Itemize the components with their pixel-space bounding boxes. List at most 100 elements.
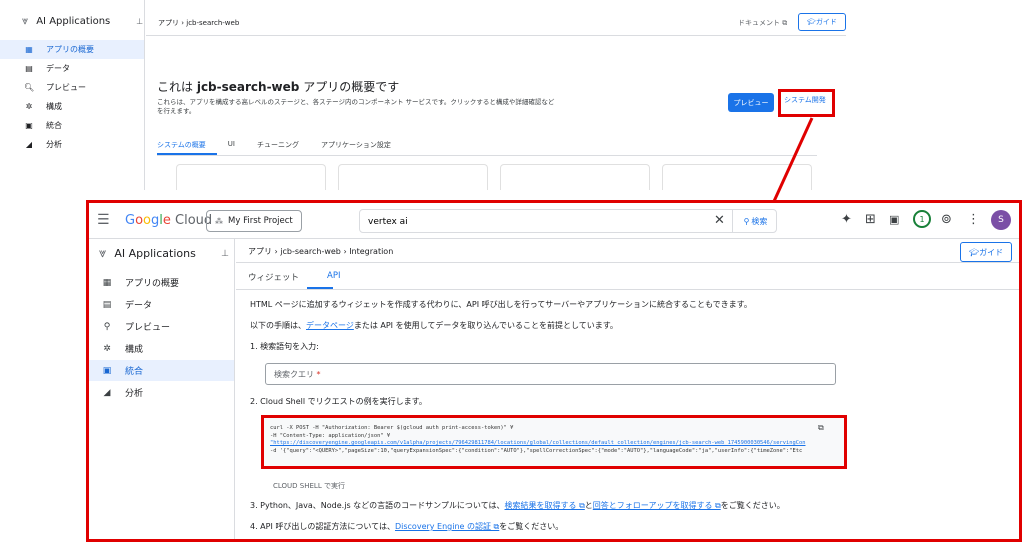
breadcrumb: アプリ › jcb-search-web › Integration [248, 246, 393, 257]
breadcrumb-item[interactable]: アプリ [248, 247, 272, 256]
dashboard-icon: ▦ [25, 45, 33, 54]
integration-icon: ▣ [102, 365, 112, 376]
menu-icon[interactable]: ☰ [97, 212, 110, 228]
tab-ui[interactable]: UI [228, 140, 235, 150]
bg-guide-button[interactable]: 🎓︎ ガイド [798, 13, 846, 31]
search-icon: ⚲ [103, 321, 111, 332]
sidebar-item-2[interactable]: 🔍︎ プレビュー [0, 78, 144, 97]
highlight-box [778, 89, 835, 117]
sidebar-item-5[interactable]: ◢ 分析 [89, 382, 234, 403]
integration-icon: ▣ [25, 121, 33, 130]
sidebar: ⩔ AI Applications ⊥ ▦ アプリの概要 ▤ データ ⚲ プレビュー ✲ 構成… [89, 239, 235, 539]
sidebar-item-3[interactable]: ✲ 構成 [89, 338, 234, 359]
search-query-placeholder: 検索クエリ * [274, 370, 321, 379]
run-in-cloud-shell-button[interactable]: CLOUD SHELL で実行 [273, 481, 345, 491]
stage-card[interactable] [500, 164, 650, 190]
tab-app-settings[interactable]: アプリケーション設定 [321, 140, 391, 150]
stage-card[interactable] [338, 164, 488, 190]
data-page-link[interactable]: データページ [306, 321, 354, 330]
sidebar-item-4[interactable]: ▣ 統合 [0, 116, 144, 135]
project-name: My First Project [228, 216, 293, 226]
gear-icon: ✲ [103, 343, 111, 354]
gear-icon: ✲ [25, 102, 33, 111]
guide-label: ガイド [979, 247, 1004, 257]
guide-button[interactable]: 🎓︎ ガイド [960, 242, 1013, 262]
sidebar-item-5[interactable]: ◢ 分析 [0, 135, 144, 154]
preview-button[interactable]: プレビュー [728, 93, 774, 112]
step-3: 3. Python、Java、Node.js などの言語のコードサンプルについて… [250, 501, 785, 510]
sidebar-item-2[interactable]: ⚲ プレビュー [89, 316, 234, 337]
search-box: ✕ ⚲ 検索 [359, 209, 777, 233]
code-block[interactable]: curl -X POST -H "Authorization: Bearer $… [261, 415, 847, 469]
more-vert-icon[interactable]: ⋮ [967, 212, 980, 227]
documentation-link[interactable]: ドキュメント ⧉ [738, 18, 787, 28]
pin-icon[interactable]: ⊥ [136, 17, 143, 26]
search-button-label: 検索 [751, 216, 768, 226]
breadcrumb-current: Integration [349, 247, 394, 256]
stage-card[interactable] [662, 164, 812, 190]
bg-brand: ⩔ AI Applications ⊥ [22, 14, 143, 28]
breadcrumb-item[interactable]: jcb-search-web [186, 19, 239, 27]
avatar[interactable]: S [991, 210, 1011, 230]
school-icon: 🎓︎ [807, 18, 816, 26]
sidebar-item-label: データ [125, 301, 153, 311]
search-query-field[interactable]: 検索クエリ * [265, 363, 836, 385]
sidebar-nav: ▦ アプリの概要 ▤ データ ⚲ プレビュー ✲ 構成 ▣ 統合 ◢ 分析 [89, 271, 234, 403]
sidebar-item-label: 統合 [46, 121, 62, 130]
guide-label: ガイド [815, 18, 837, 26]
integration-window: ☰ Google Cloud ⁂ My First Project ✕ ⚲ 検索… [86, 200, 1022, 542]
search-icon: ⚲ [743, 216, 750, 226]
breadcrumb-bar: アプリ › jcb-search-web › Integration 🎓︎ ガイ… [236, 239, 1019, 263]
gemini-icon[interactable]: ✦ [841, 212, 852, 227]
close-icon[interactable]: ✕ [714, 213, 725, 228]
project-picker[interactable]: ⁂ My First Project [206, 210, 302, 232]
search-button[interactable]: ⚲ 検索 [732, 210, 778, 232]
step-4: 4. API 呼び出しの認証方法については、Discovery Engine の… [250, 522, 564, 531]
sidebar-item-3[interactable]: ✲ 構成 [0, 97, 144, 116]
breadcrumb-item[interactable]: jcb-search-web [280, 247, 341, 256]
sidebar-item-1[interactable]: ▤ データ [89, 294, 234, 315]
ai-apps-logo-icon: ⩔ [22, 14, 29, 27]
bg-description: これらは、アプリを構成する高レベルのステージと、各ステージ内のコンポーネント サ… [157, 98, 555, 115]
bg-page-title: これは jcb-search-web アプリの概要です [157, 80, 400, 94]
pin-icon[interactable]: ⊥ [221, 249, 229, 259]
bg-nav: ▦ アプリの概要 ▤ データ 🔍︎ プレビュー ✲ 構成 ▣ 統合 ◢ 分析 [0, 40, 144, 154]
notification-badge[interactable]: 1 [913, 210, 931, 228]
cloud-topbar: ☰ Google Cloud ⁂ My First Project ✕ ⚲ 検索… [89, 203, 1019, 239]
sidebar-item-4[interactable]: ▣ 統合 [89, 360, 234, 381]
get-answers-link[interactable]: 回答とフォローアップを取得する ⧉ [593, 501, 721, 510]
data-icon: ▤ [102, 299, 112, 310]
sidebar-item-label: アプリの概要 [46, 45, 94, 54]
intro-text: HTML ページに追加するウィジェットを作成する代わりに、API 呼び出しを行っ… [250, 300, 752, 309]
sidebar-item-label: プレビュー [46, 83, 86, 92]
sidebar-item-label: 構成 [46, 102, 62, 111]
tab-widget[interactable]: ウィジェット [248, 271, 299, 283]
step-2: 2. Cloud Shell でリクエストの例を実行します。 [250, 397, 427, 406]
sidebar-item-0[interactable]: ▦ アプリの概要 [0, 40, 144, 59]
gift-icon[interactable]: ⊞ [865, 212, 876, 227]
tab-system-overview[interactable]: システムの概要 [157, 140, 206, 150]
bg-brand-label: AI Applications [36, 15, 111, 27]
stage-card[interactable] [176, 164, 326, 190]
tab-divider [236, 289, 1019, 290]
bg-sidebar: ⩔ AI Applications ⊥ ▦ アプリの概要 ▤ データ 🔍︎ プレビュー ✲ 構… [0, 0, 145, 190]
analytics-icon: ◢ [103, 387, 111, 398]
google-cloud-logo[interactable]: Google Cloud [125, 213, 212, 228]
sidebar-item-label: 分析 [46, 140, 62, 149]
discovery-engine-auth-link[interactable]: Discovery Engine の認証 ⧉ [395, 522, 499, 531]
get-search-results-link[interactable]: 検索結果を取得する ⧉ [505, 501, 585, 510]
copy-icon[interactable]: ⧉ [818, 423, 824, 433]
terminal-icon[interactable]: ▣ [889, 213, 899, 226]
sidebar-item-0[interactable]: ▦ アプリの概要 [89, 272, 234, 293]
tab-api[interactable]: API [327, 271, 340, 283]
sidebar-item-1[interactable]: ▤ データ [0, 59, 144, 78]
sidebar-item-label: データ [46, 64, 70, 73]
analytics-icon: ◢ [25, 140, 33, 149]
breadcrumb-item[interactable]: アプリ [158, 19, 179, 27]
search-input[interactable] [368, 214, 698, 230]
school-icon: 🎓︎ [969, 247, 980, 257]
sidebar-item-label: 構成 [125, 345, 144, 355]
bg-breadcrumb: アプリ › jcb-search-web [158, 18, 239, 28]
help-icon[interactable]: ⊚ [941, 212, 952, 227]
tab-tuning[interactable]: チューニング [257, 140, 299, 150]
